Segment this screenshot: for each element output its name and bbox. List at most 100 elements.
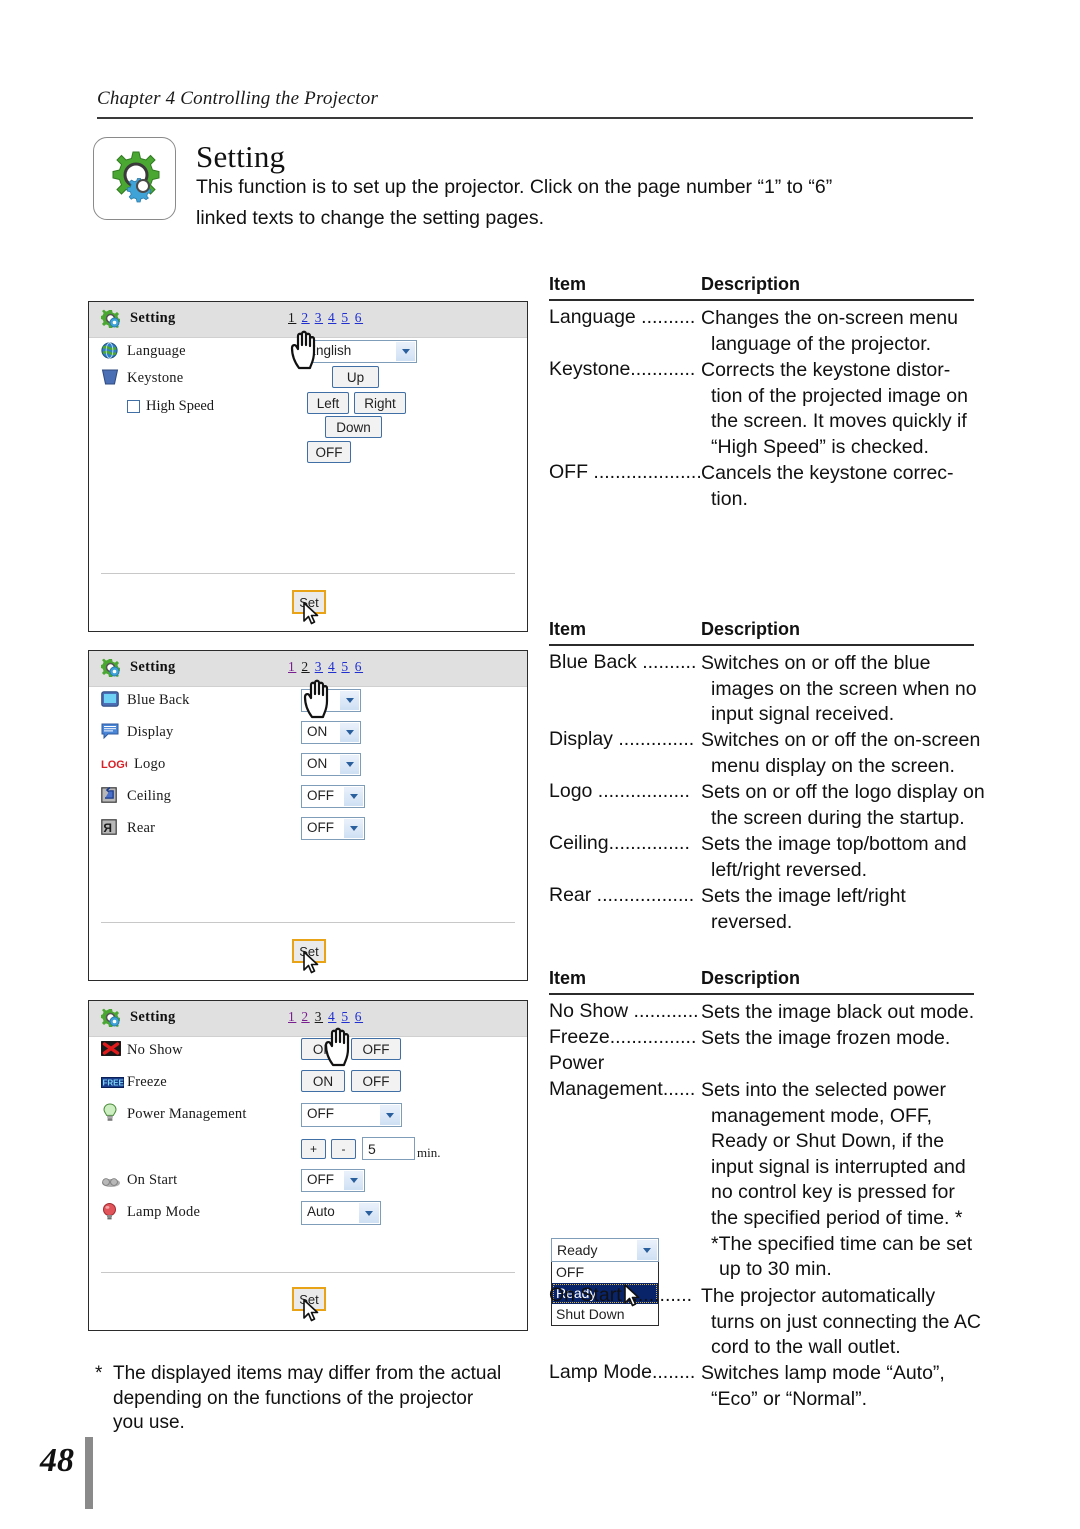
page-link-5[interactable]: 5 [341,1009,349,1024]
set-button[interactable]: Set [292,590,326,614]
on-start-select[interactable]: OFF [301,1169,365,1192]
chevron-down-icon[interactable] [359,1203,379,1223]
chevron-down-icon[interactable] [396,342,415,361]
row-description: The projector automatically turns on jus… [701,1284,981,1361]
page-link-3[interactable]: 3 [315,1009,323,1024]
set-button[interactable]: Set [292,1287,326,1311]
chevron-down-icon[interactable] [344,819,363,838]
desc-line: the screen. It moves quickly if [711,410,967,433]
timer-decrease-button[interactable]: - [331,1139,356,1159]
description-line-2: linked texts to change the setting pages… [196,207,544,229]
rear-select[interactable]: OFF [301,817,365,840]
page-link-1[interactable]: 1 [288,1009,296,1024]
power-management-select[interactable]: OFF [301,1103,402,1127]
rear-select-value: OFF [307,820,334,835]
no-show-off-button[interactable]: OFF [351,1038,401,1060]
keystone-off-button[interactable]: OFF [307,441,351,463]
page-link-1[interactable]: 1 [288,310,296,325]
page-link-3[interactable]: 3 [315,659,323,674]
page-description: This function is to set up the projector… [196,172,976,234]
row-blue-back: Blue Back ON [89,687,527,719]
page-number: 48 [40,1442,74,1479]
power-management-popup-value: Ready [557,1242,598,1258]
panel-title: Setting [130,310,176,326]
desc-line: no control key is pressed for [711,1181,955,1204]
row-label-language: Language [127,343,186,359]
desc-line: Cancels the keystone correc- [701,462,954,484]
keystone-left-button[interactable]: Left [307,392,349,414]
row-item: Lamp Mode........ [549,1361,696,1383]
language-select[interactable]: English [301,340,417,363]
page-links: 1 2 3 4 5 6 [288,1009,363,1025]
option-off[interactable]: OFF [552,1262,658,1283]
svg-text:R: R [103,821,112,835]
page-link-4[interactable]: 4 [328,659,336,674]
chevron-down-icon[interactable] [340,723,359,742]
high-speed-checkbox[interactable] [127,400,140,413]
desc-line: images on the screen when no [711,677,977,700]
panel-header: Setting 1 2 3 4 5 6 [89,1001,527,1037]
page-link-2[interactable]: 2 [301,659,309,674]
row-label-keystone: Keystone [127,370,184,386]
lamp-mode-select[interactable]: Auto [301,1201,381,1225]
keystone-right-button[interactable]: Right [354,392,406,414]
description-table-2: Item Description Blue Back .......... Sw… [549,619,985,936]
page-link-6[interactable]: 6 [355,310,363,325]
timer-minutes-input[interactable]: 5 [362,1137,415,1160]
no-show-on-button[interactable]: ON [301,1038,345,1060]
panel-divider [101,922,515,923]
blue-back-select[interactable]: ON [301,689,361,712]
page-link-4[interactable]: 4 [328,310,336,325]
column-header-item: Item [549,274,587,294]
chevron-down-icon[interactable] [340,691,359,710]
set-button[interactable]: Set [292,939,326,963]
keystone-up-button[interactable]: Up [332,366,379,388]
desc-line: “High Speed” is checked. [711,435,929,458]
chevron-down-icon[interactable] [637,1240,657,1260]
setting-panel-page-1: Setting 1 2 3 4 5 6 Language English Key… [88,301,528,632]
no-show-icon [101,1041,121,1061]
description-line-1: This function is to set up the projector… [196,176,833,198]
row-description: Corrects the keystone distor- tion of th… [701,358,974,460]
power-management-popup-select[interactable]: Ready [551,1238,659,1262]
panel-rows: Blue Back ON Display ON LOG Logo ON Ceil… [89,687,527,847]
setting-gear-icon [101,309,120,333]
page-link-5[interactable]: 5 [341,310,349,325]
row-power-timer: + - 5 min. [89,1133,527,1167]
desc-line: tion of the projected image on [711,384,968,407]
page-link-6[interactable]: 6 [355,1009,363,1024]
header-rule [97,117,973,119]
chevron-down-icon[interactable] [344,787,363,806]
page-link-2[interactable]: 2 [301,1009,309,1024]
freeze-off-button[interactable]: OFF [351,1070,401,1092]
page-link-5[interactable]: 5 [341,659,349,674]
description-table-1: Item Description Language .......... Cha… [549,274,974,513]
page-title: Setting [196,139,286,174]
page-link-2[interactable]: 2 [301,310,309,325]
freeze-on-button[interactable]: ON [301,1070,345,1092]
page-link-4[interactable]: 4 [328,1009,336,1024]
timer-increase-button[interactable]: + [301,1139,326,1159]
desc-line: turns on just connecting the AC [711,1310,981,1333]
panel-header: Setting 1 2 3 4 5 6 [89,302,527,338]
logo-select[interactable]: ON [301,753,361,776]
row-item: Language .......... [549,306,696,328]
page-link-3[interactable]: 3 [315,310,323,325]
desc-line: *The specified time can be set [711,1232,973,1255]
display-select[interactable]: ON [301,721,361,744]
keystone-down-button[interactable]: Down [325,416,382,438]
row-description [701,1052,974,1078]
on-start-icon [101,1175,121,1193]
chevron-down-icon[interactable] [340,755,359,774]
page-link-6[interactable]: 6 [355,659,363,674]
chevron-down-icon[interactable] [344,1171,363,1190]
column-header-item: Item [549,968,587,988]
globe-icon [101,342,118,364]
page-link-1[interactable]: 1 [288,659,296,674]
chevron-down-icon[interactable] [380,1105,400,1125]
row-description: Sets the image black out mode. [701,1000,974,1026]
ceiling-select[interactable]: OFF [301,785,365,808]
setting-gear-icon [101,1008,120,1032]
table-row: Blue Back .......... Switches on or off … [549,651,977,728]
row-item: Freeze................ [549,1026,697,1048]
